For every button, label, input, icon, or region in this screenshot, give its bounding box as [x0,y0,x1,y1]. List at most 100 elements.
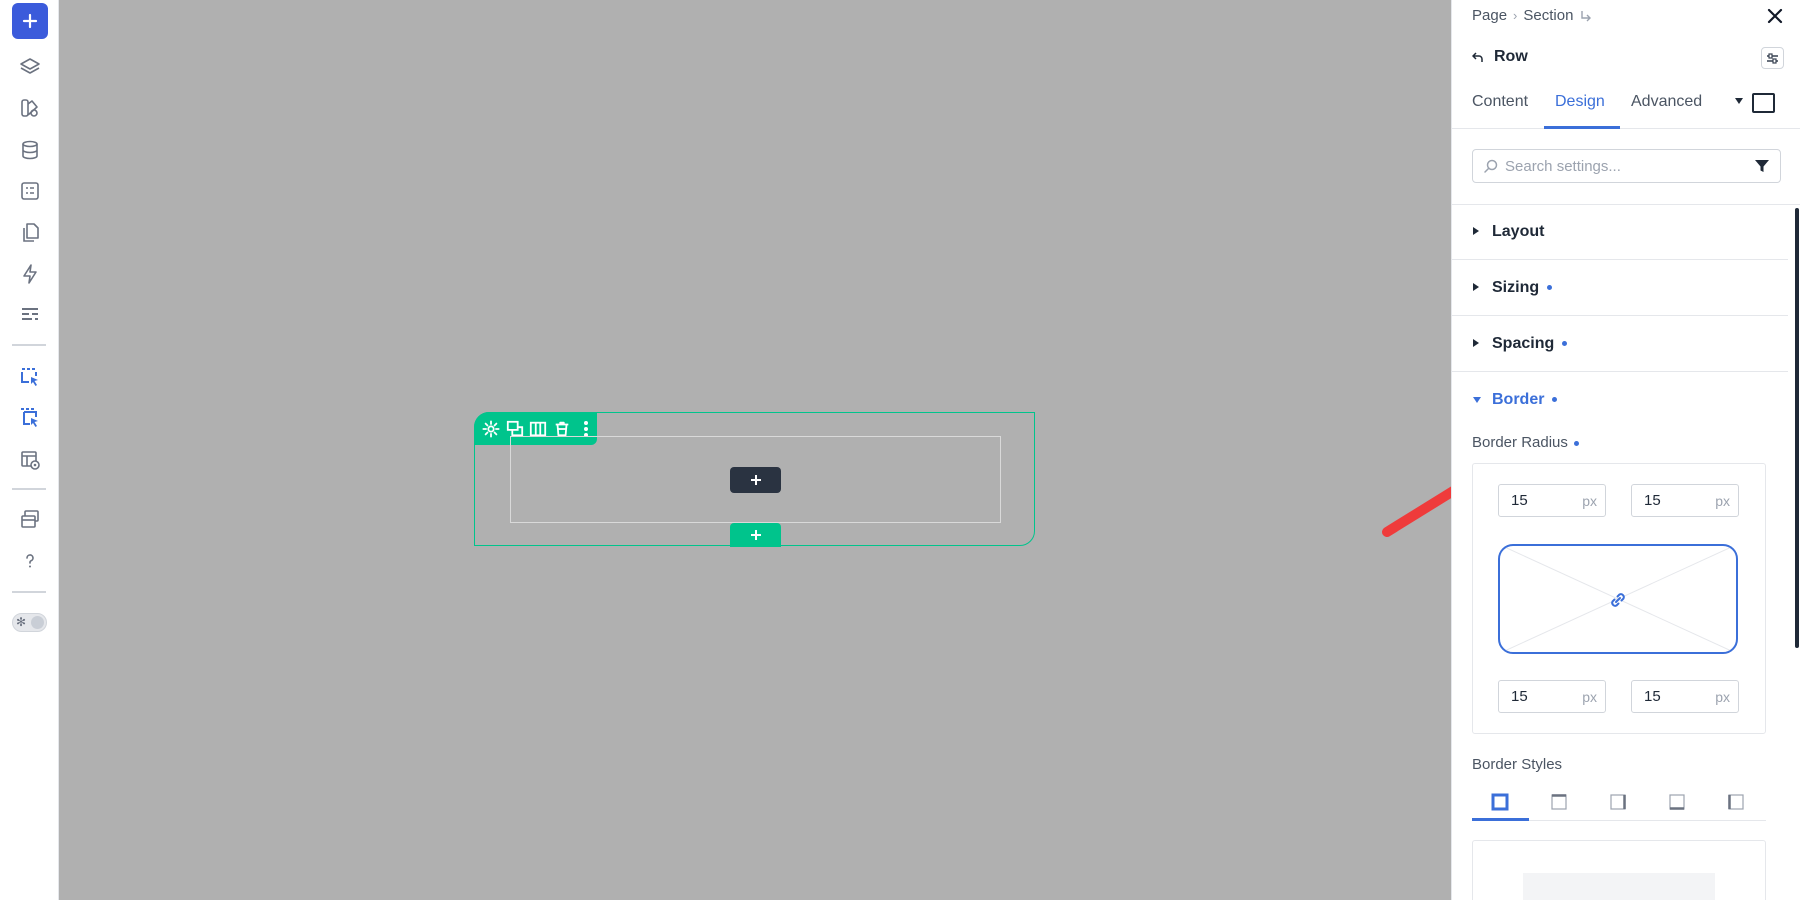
plus-icon [750,475,761,485]
border-all-tab[interactable] [1489,791,1511,813]
section-label: Sizing [1492,279,1553,297]
section-label: Spacing [1492,335,1568,353]
left-toolbar: ✻ [0,0,59,900]
unit-label: px [1582,493,1597,509]
border-style-options [1472,840,1766,900]
caret-down-icon [1473,397,1481,403]
panel-tabs: Content Design Advanced [1452,85,1800,129]
active-tab-indicator [1544,126,1620,129]
database-icon [22,140,38,160]
settings-search [1472,149,1781,183]
border-right-icon [1610,794,1626,810]
pages-icon [23,223,39,242]
element-title: Row [1472,48,1528,66]
breadcrumb: Page › Section [1472,7,1593,24]
radius-top-right-input[interactable] [1644,492,1714,509]
pages-button[interactable] [12,214,48,250]
section-sizing[interactable]: Sizing [1452,260,1788,316]
chevron-right-icon: › [1513,8,1518,23]
toolbar-divider [12,591,46,593]
link-values-button[interactable] [1606,588,1630,612]
layers-button[interactable] [12,49,48,85]
unit-label: px [1715,493,1730,509]
radius-top-left-input[interactable] [1511,492,1581,509]
caret-down-icon[interactable] [1734,97,1744,105]
border-radius-label-text: Border Radius [1472,434,1568,451]
add-row-below-button[interactable] [730,523,781,547]
border-left-icon [1728,794,1744,810]
section-label-text: Border [1492,391,1545,408]
breakpoint-button[interactable] [1752,93,1775,113]
section-border[interactable]: Border [1452,372,1788,428]
caret-right-icon [1473,283,1479,291]
section-label-text: Sizing [1492,279,1540,296]
row-settings-button[interactable] [480,417,503,441]
select-cursor-icon [21,368,38,386]
database-button[interactable] [12,132,48,168]
form-icon [21,182,39,200]
add-element-button[interactable] [12,3,48,39]
radius-top-right-field: px [1631,484,1739,517]
section-label-text: Spacing [1492,335,1555,352]
style-button[interactable] [12,90,48,126]
settings-panel: Page › Section Row Content Design Advanc… [1451,0,1800,900]
tab-design[interactable]: Design [1555,93,1605,111]
border-all-icon [1491,793,1509,811]
add-element-in-row-button[interactable] [730,467,781,493]
back-arrow-icon[interactable] [1472,51,1484,63]
trash-icon [555,421,569,436]
section-spacing[interactable]: Spacing [1452,316,1788,372]
interactions-button[interactable] [12,256,48,292]
caret-right-icon [1473,339,1479,347]
panel-scrollbar[interactable] [1795,208,1799,648]
gear-icon [482,419,500,438]
border-styles-label: Border Styles [1472,756,1563,773]
select-parent-button[interactable] [12,400,48,436]
select-element-button[interactable] [12,359,48,395]
border-side-tabs [1472,785,1766,821]
section-label: Border [1492,391,1558,409]
modified-indicator-dot [1547,285,1553,291]
sliders-icon [1767,52,1778,64]
breadcrumb-page[interactable]: Page [1472,7,1507,24]
radius-bottom-right-field: px [1631,680,1739,713]
tab-advanced[interactable]: Advanced [1631,93,1702,111]
search-icon [1484,159,1498,173]
toolbar-divider [12,344,46,346]
unit-label: px [1715,689,1730,705]
selected-row-element[interactable] [474,412,1035,547]
radius-bottom-right-input[interactable] [1644,688,1714,705]
active-tab-indicator [1472,818,1529,821]
forms-button[interactable] [12,173,48,209]
border-top-tab[interactable] [1548,791,1570,813]
preview-button[interactable] [12,442,48,478]
close-panel-button[interactable] [1763,4,1787,28]
theme-toggle[interactable]: ✻ [12,613,47,632]
windows-button[interactable] [12,501,48,537]
filter-icon[interactable] [1754,158,1770,174]
toggle-knob [31,616,44,629]
unit-label: px [1582,689,1597,705]
modified-indicator-dot [1573,440,1579,446]
plus-icon [22,13,38,29]
section-layout[interactable]: Layout [1452,204,1788,260]
plus-icon [750,530,761,540]
help-button[interactable] [12,543,48,579]
templates-button[interactable] [12,297,48,333]
duplicate-icon [506,420,523,436]
radius-preview [1498,544,1738,654]
border-bottom-tab[interactable] [1666,791,1688,813]
border-radius-label: Border Radius [1472,434,1579,451]
tab-content[interactable]: Content [1472,93,1528,111]
radius-bottom-left-input[interactable] [1511,688,1581,705]
windows-icon [21,510,39,528]
breadcrumb-section[interactable]: Section [1523,7,1573,24]
element-options-button[interactable] [1761,47,1784,69]
border-bottom-icon [1669,794,1685,810]
builder-canvas[interactable] [59,0,1511,900]
search-input[interactable] [1505,157,1745,175]
border-right-tab[interactable] [1607,791,1629,813]
child-arrow-icon[interactable] [1579,9,1593,23]
border-left-tab[interactable] [1725,791,1747,813]
link-icon [1611,593,1625,607]
